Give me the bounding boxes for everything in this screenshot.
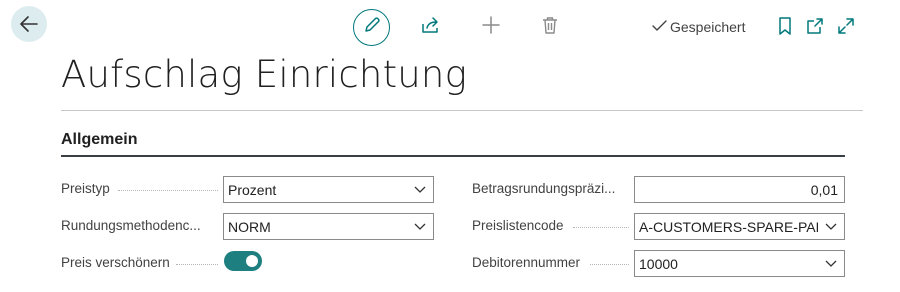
- plus-icon: [482, 15, 500, 39]
- saved-label: Gespeichert: [670, 19, 746, 35]
- trash-icon: [542, 16, 558, 39]
- open-new-window-icon: [806, 17, 824, 40]
- chevron-down-icon: [818, 260, 844, 268]
- share-icon: [421, 16, 441, 39]
- toggle-knob: [246, 255, 258, 267]
- betragsrundung-input[interactable]: 0,01: [634, 176, 845, 203]
- section-header-allgemein[interactable]: Allgemein: [61, 131, 137, 149]
- bookmark-icon: [778, 16, 792, 40]
- dotted-leader: [590, 264, 629, 265]
- betragsrundung-label[interactable]: Betragsrundungspräzi...: [472, 181, 615, 196]
- betragsrundung-value: 0,01: [810, 181, 838, 198]
- section-divider: [61, 155, 845, 157]
- preislistencode-label[interactable]: Preislistencode: [472, 218, 564, 233]
- debitorennummer-select[interactable]: 10000: [634, 250, 845, 277]
- dotted-leader: [573, 227, 629, 228]
- back-button[interactable]: [11, 6, 47, 42]
- share-button[interactable]: [418, 14, 444, 40]
- chevron-down-icon: [407, 186, 433, 194]
- debitorennummer-label[interactable]: Debitorennummer: [472, 255, 580, 270]
- preistyp-select[interactable]: Prozent: [223, 176, 434, 203]
- preislistencode-value: A-CUSTOMERS-SPARE-PARTS: [639, 218, 818, 235]
- title-divider: [61, 110, 863, 111]
- pencil-icon: [363, 16, 381, 39]
- saved-status: Gespeichert: [652, 19, 745, 35]
- expand-icon: [837, 17, 855, 40]
- preistyp-label[interactable]: Preistyp: [61, 181, 110, 196]
- delete-button[interactable]: [537, 14, 563, 40]
- edit-button[interactable]: [353, 9, 390, 46]
- preis-verschoenern-toggle[interactable]: [224, 251, 262, 271]
- preis-verschoenern-label[interactable]: Preis verschönern: [61, 255, 170, 270]
- debitorennummer-value: 10000: [639, 255, 678, 272]
- rundungsmethode-select[interactable]: NORM: [223, 213, 434, 240]
- preislistencode-select[interactable]: A-CUSTOMERS-SPARE-PARTS: [634, 213, 845, 240]
- rundungsmethode-value: NORM: [228, 218, 271, 235]
- chevron-down-icon: [818, 223, 844, 231]
- open-new-window-button[interactable]: [804, 16, 826, 40]
- new-button[interactable]: [478, 14, 504, 40]
- dotted-leader: [118, 190, 218, 191]
- page-title: Aufschlag Einrichtung: [61, 53, 467, 96]
- bookmark-button[interactable]: [774, 16, 796, 40]
- dotted-leader: [176, 264, 218, 265]
- rundungsmethode-label[interactable]: Rundungsmethodenc...: [61, 218, 201, 233]
- expand-button[interactable]: [835, 16, 857, 40]
- chevron-down-icon: [407, 223, 433, 231]
- checkmark-icon: [652, 19, 667, 35]
- preistyp-value: Prozent: [228, 181, 277, 198]
- arrow-left-icon: [20, 16, 38, 32]
